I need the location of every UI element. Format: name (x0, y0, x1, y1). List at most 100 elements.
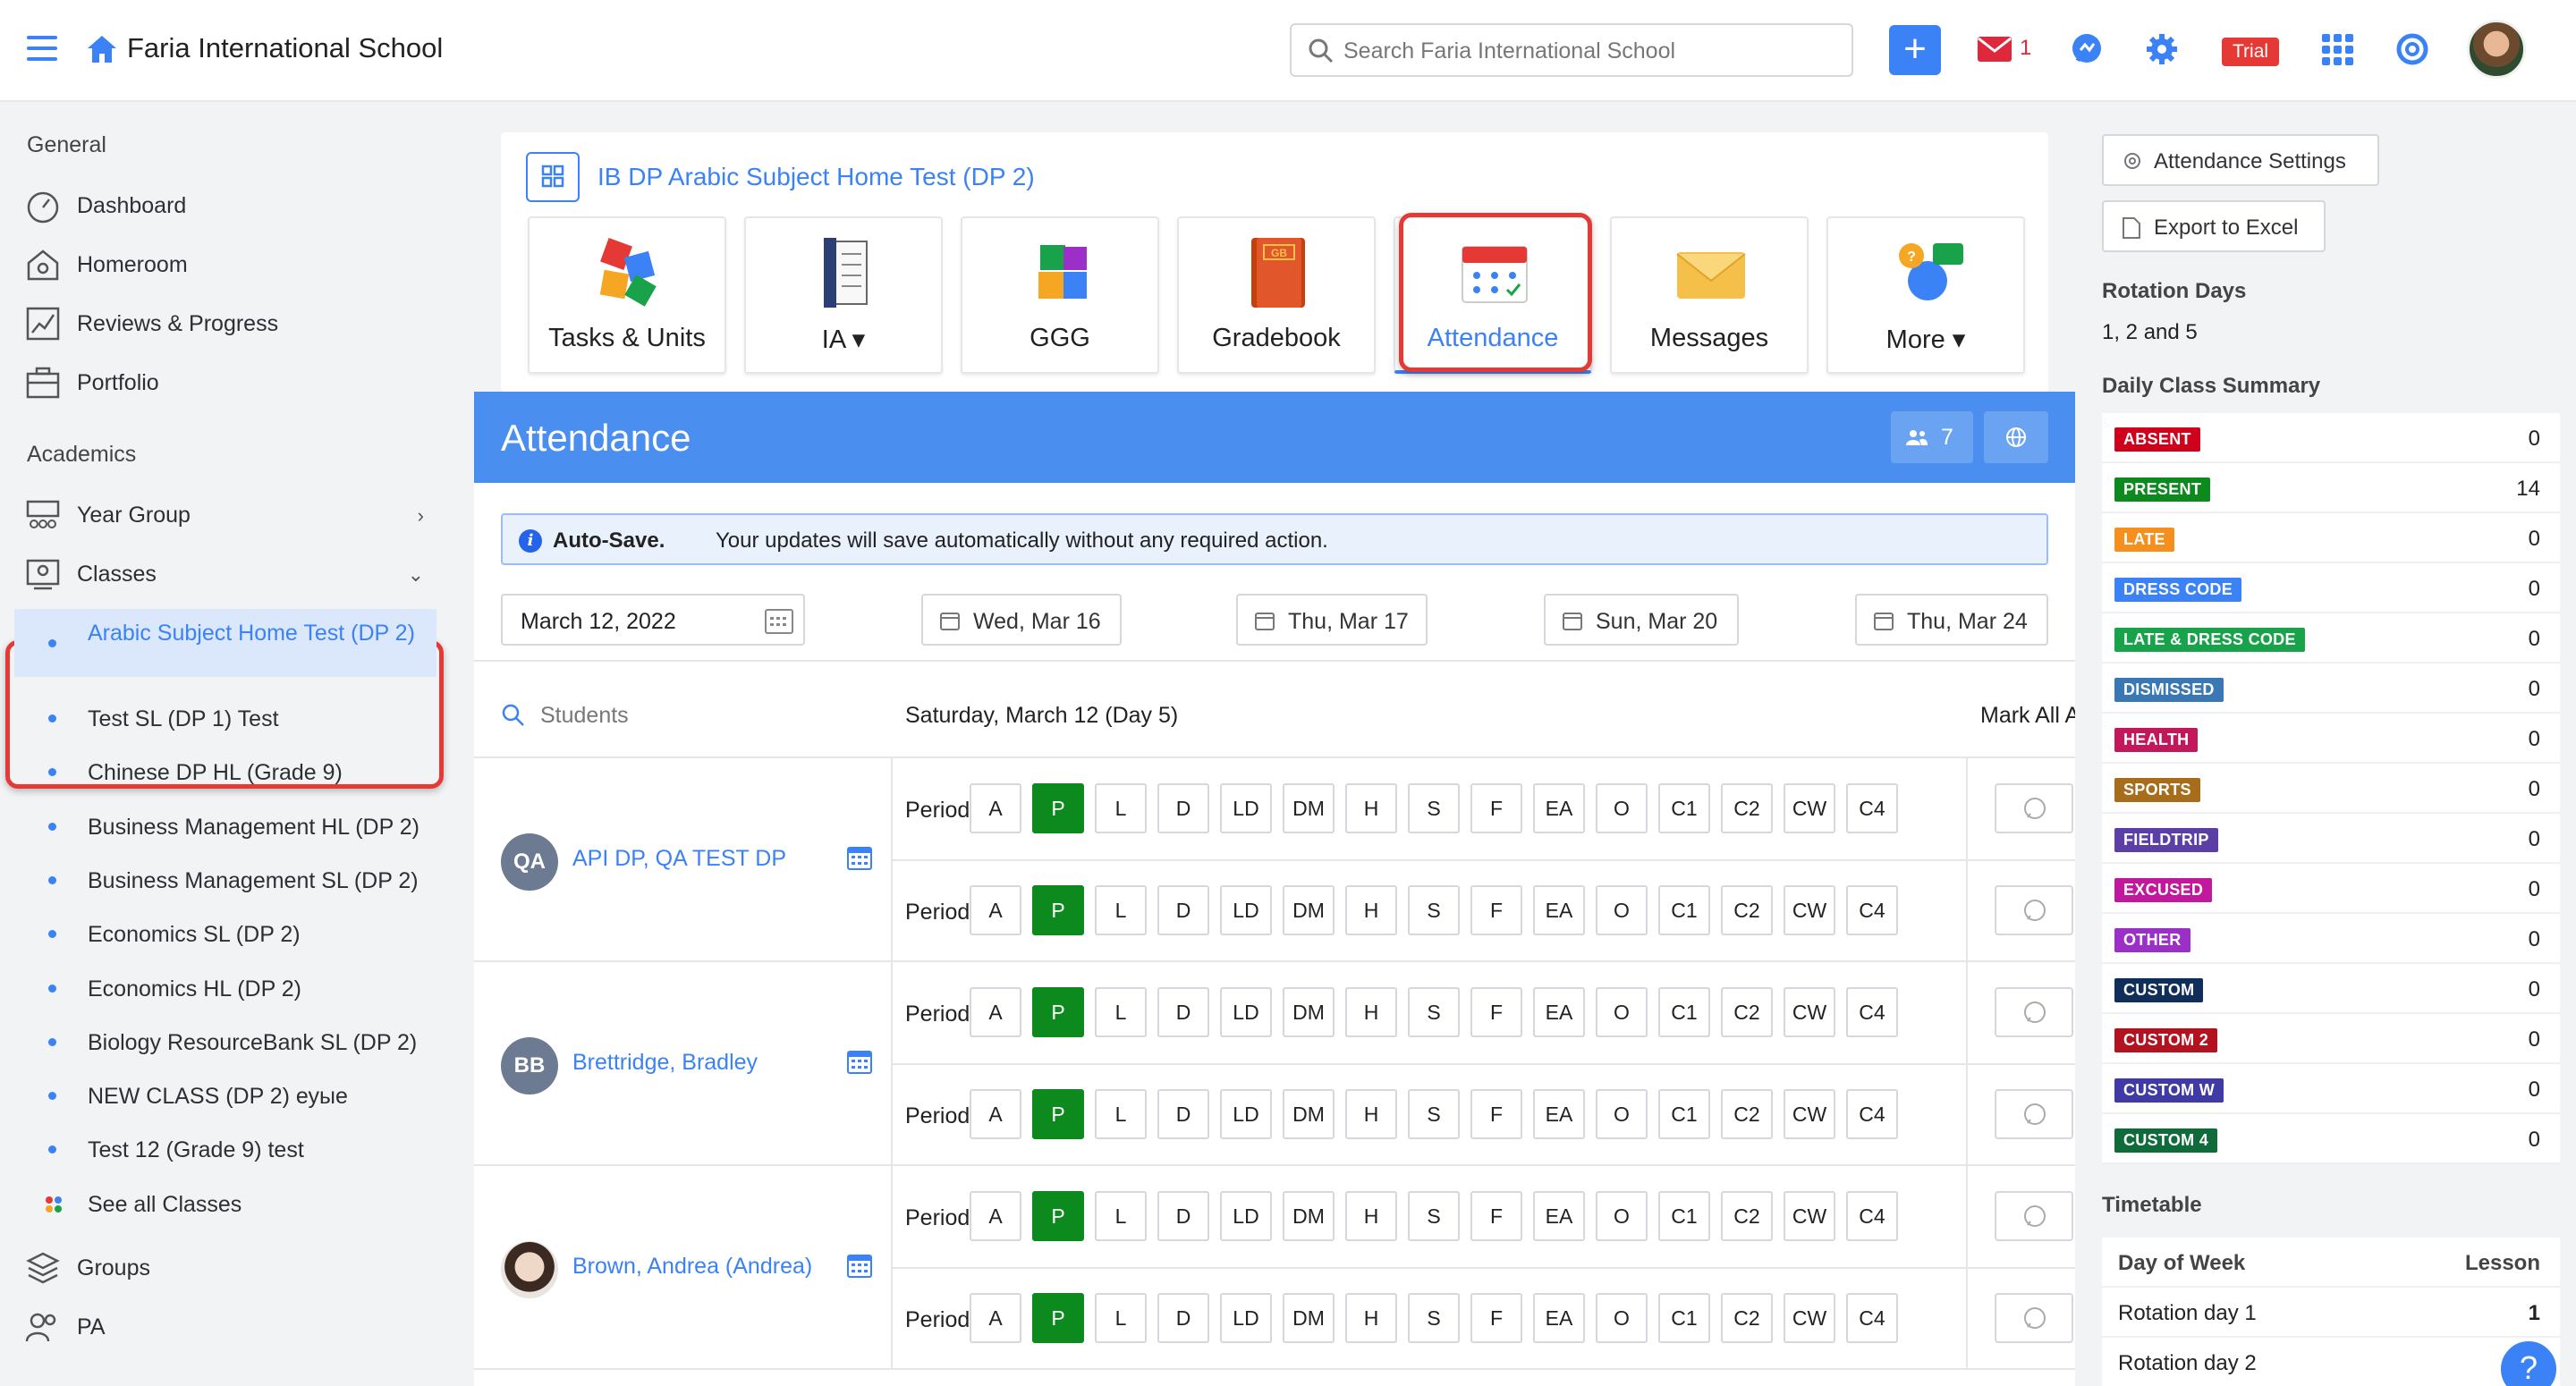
attendance-code-c2-button[interactable]: C2 (1721, 1089, 1773, 1139)
attendance-code-dm-button[interactable]: DM (1283, 885, 1335, 935)
quick-day-button[interactable]: Thu, Mar 17 (1236, 594, 1428, 646)
export-excel-button[interactable]: Export to Excel (2102, 200, 2326, 252)
home-icon[interactable] (86, 34, 118, 64)
date-picker-input[interactable]: March 12, 2022 (501, 594, 805, 646)
attendance-code-d-button[interactable]: D (1157, 987, 1209, 1037)
attendance-code-a-button[interactable]: A (970, 885, 1021, 935)
tool-gradebook[interactable]: GB Gradebook (1177, 216, 1376, 374)
attendance-code-l-button[interactable]: L (1095, 885, 1147, 935)
attendance-code-s-button[interactable]: S (1408, 1089, 1460, 1139)
attendance-code-dm-button[interactable]: DM (1283, 1293, 1335, 1343)
attendance-code-h-button[interactable]: H (1345, 885, 1397, 935)
sidebar-class-item[interactable]: Economics SL (DP 2) (45, 917, 438, 952)
attendance-code-d-button[interactable]: D (1157, 885, 1209, 935)
sidebar-item-year-group[interactable]: Year Group › (25, 494, 436, 538)
attendance-code-l-button[interactable]: L (1095, 783, 1147, 833)
attendance-code-o-button[interactable]: O (1596, 783, 1648, 833)
attendance-code-ld-button[interactable]: LD (1220, 783, 1272, 833)
sidebar-item-dashboard[interactable]: Dashboard (25, 184, 436, 229)
attendance-code-o-button[interactable]: O (1596, 1191, 1648, 1241)
attendance-code-ea-button[interactable]: EA (1533, 1191, 1585, 1241)
sidebar-class-item[interactable]: Business Management SL (DP 2) (45, 863, 438, 899)
attendance-code-c4-button[interactable]: C4 (1846, 1089, 1898, 1139)
attendance-code-c2-button[interactable]: C2 (1721, 783, 1773, 833)
search-box[interactable] (1290, 23, 1853, 77)
sidebar-item-reviews-progress[interactable]: Reviews & Progress (25, 302, 436, 347)
attendance-code-p-button[interactable]: P (1032, 1089, 1084, 1139)
sidebar-item-groups[interactable]: Groups (25, 1247, 436, 1291)
attendance-code-f-button[interactable]: F (1470, 987, 1522, 1037)
attendance-code-h-button[interactable]: H (1345, 987, 1397, 1037)
attendance-code-c1-button[interactable]: C1 (1658, 783, 1710, 833)
sidebar-item-classes[interactable]: Classes ⌄ (25, 553, 436, 597)
attendance-settings-button[interactable]: Attendance Settings (2102, 134, 2379, 186)
attendance-code-ea-button[interactable]: EA (1533, 1293, 1585, 1343)
globe-button[interactable] (1984, 411, 2048, 463)
attendance-code-ld-button[interactable]: LD (1220, 885, 1272, 935)
attendance-code-c1-button[interactable]: C1 (1658, 1089, 1710, 1139)
mark-all-button[interactable]: Mark All A (1980, 703, 2080, 729)
settings-gear-icon[interactable] (2145, 32, 2179, 66)
student-name-link[interactable]: Brettridge, Bradley (572, 1050, 758, 1076)
comment-button[interactable] (1995, 783, 2073, 833)
attendance-code-c4-button[interactable]: C4 (1846, 783, 1898, 833)
sidebar-class-item[interactable]: Chinese DP HL (Grade 9) (45, 755, 438, 790)
attendance-code-p-button[interactable]: P (1032, 1191, 1084, 1241)
attendance-code-p-button[interactable]: P (1032, 783, 1084, 833)
attendance-code-l-button[interactable]: L (1095, 1191, 1147, 1241)
attendance-code-o-button[interactable]: O (1596, 885, 1648, 935)
attendance-code-s-button[interactable]: S (1408, 885, 1460, 935)
sidebar-class-item[interactable]: NEW CLASS (DP 2) еуые (45, 1078, 438, 1114)
sidebar-class-item[interactable]: Biology ResourceBank SL (DP 2) (45, 1025, 438, 1061)
attendance-code-ea-button[interactable]: EA (1533, 1089, 1585, 1139)
attendance-code-f-button[interactable]: F (1470, 885, 1522, 935)
student-avatar[interactable]: QA (501, 833, 558, 891)
user-avatar[interactable] (2467, 20, 2526, 79)
attendance-code-c4-button[interactable]: C4 (1846, 987, 1898, 1037)
attendance-code-c2-button[interactable]: C2 (1721, 987, 1773, 1037)
attendance-code-d-button[interactable]: D (1157, 783, 1209, 833)
attendance-code-s-button[interactable]: S (1408, 987, 1460, 1037)
attendance-code-c4-button[interactable]: C4 (1846, 885, 1898, 935)
attendance-code-c2-button[interactable]: C2 (1721, 1191, 1773, 1241)
sidebar-class-active[interactable]: Arabic Subject Home Test (DP 2) (14, 609, 436, 677)
comment-button[interactable] (1995, 885, 2073, 935)
attendance-code-f-button[interactable]: F (1470, 1293, 1522, 1343)
attendance-code-o-button[interactable]: O (1596, 1293, 1648, 1343)
attendance-code-p-button[interactable]: P (1032, 885, 1084, 935)
attendance-code-d-button[interactable]: D (1157, 1293, 1209, 1343)
sidebar-class-item[interactable]: Test 12 (Grade 9) test (45, 1132, 438, 1168)
attendance-code-a-button[interactable]: A (970, 783, 1021, 833)
attendance-code-c4-button[interactable]: C4 (1846, 1191, 1898, 1241)
attendance-code-ld-button[interactable]: LD (1220, 1293, 1272, 1343)
mail-icon[interactable] (1977, 36, 2012, 63)
attendance-code-l-button[interactable]: L (1095, 1089, 1147, 1139)
tool-more[interactable]: ? More ▾ (1826, 216, 2025, 374)
attendance-code-l-button[interactable]: L (1095, 1293, 1147, 1343)
attendance-code-dm-button[interactable]: DM (1283, 1089, 1335, 1139)
attendance-code-cw-button[interactable]: CW (1784, 1293, 1835, 1343)
comment-button[interactable] (1995, 1089, 2073, 1139)
attendance-code-dm-button[interactable]: DM (1283, 783, 1335, 833)
attendance-code-c1-button[interactable]: C1 (1658, 885, 1710, 935)
student-avatar[interactable] (501, 1241, 558, 1298)
sidebar-class-item[interactable]: Business Management HL (DP 2) (45, 809, 438, 845)
student-name-link[interactable]: Brown, Andrea (Andrea) (572, 1254, 812, 1280)
chat-icon[interactable] (2070, 32, 2104, 66)
attendance-code-s-button[interactable]: S (1408, 1191, 1460, 1241)
attendance-code-dm-button[interactable]: DM (1283, 987, 1335, 1037)
class-grid-icon[interactable] (526, 152, 580, 202)
trial-badge[interactable]: Trial (2222, 38, 2280, 66)
calendar-icon[interactable] (846, 1252, 873, 1279)
attendance-code-h-button[interactable]: H (1345, 783, 1397, 833)
attendance-code-c1-button[interactable]: C1 (1658, 1293, 1710, 1343)
sidebar-item-homeroom[interactable]: Homeroom (25, 243, 436, 288)
sidebar-class-item[interactable]: Economics HL (DP 2) (45, 971, 438, 1007)
attendance-code-d-button[interactable]: D (1157, 1191, 1209, 1241)
menu-icon[interactable] (27, 36, 57, 63)
calendar-icon[interactable] (764, 606, 794, 635)
sidebar-item-portfolio[interactable]: Portfolio (25, 361, 436, 406)
attendance-code-ld-button[interactable]: LD (1220, 1089, 1272, 1139)
quick-day-button[interactable]: Sun, Mar 20 (1544, 594, 1739, 646)
attendance-code-c2-button[interactable]: C2 (1721, 885, 1773, 935)
